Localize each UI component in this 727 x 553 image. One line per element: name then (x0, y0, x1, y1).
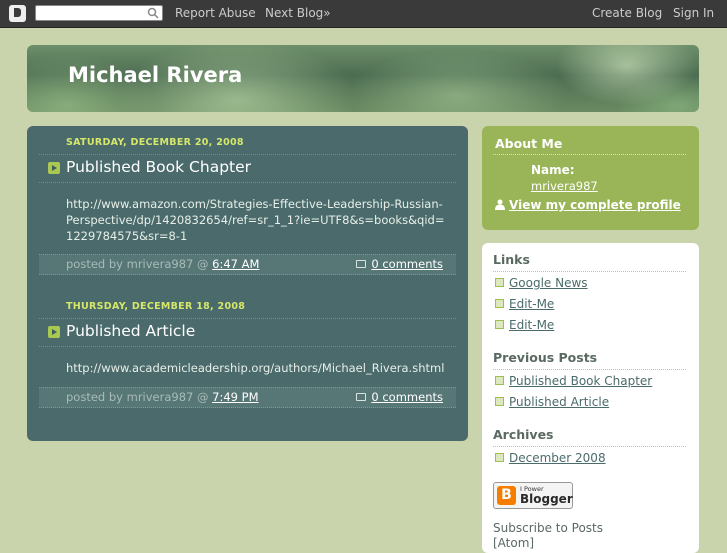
sidebar-link[interactable]: Edit-Me (509, 297, 554, 311)
post-time-link[interactable]: 7:49 PM (212, 390, 258, 404)
post-footer: posted by mrivera987 @ 6:47 AM 0 comment… (39, 254, 456, 275)
post-footer: posted by mrivera987 @ 7:49 PM 0 comment… (39, 387, 456, 408)
badge-bottom-text: Blogger (520, 492, 573, 506)
about-me-title: About Me (495, 136, 563, 151)
archives-heading: Archives (493, 427, 554, 442)
comment-icon (356, 392, 367, 401)
post-comments: 0 comments (356, 390, 443, 404)
archive-item: December 2008 (495, 451, 606, 465)
post-body: http://www.amazon.com/Strategies-Effecti… (66, 197, 445, 243)
divider (493, 369, 686, 370)
divider (493, 154, 686, 155)
powered-by-blogger-badge[interactable]: B I Power Blogger (493, 482, 573, 509)
post-byline: posted by mrivera987 @ 7:49 PM (66, 390, 259, 404)
archive-link[interactable]: December 2008 (509, 451, 606, 465)
report-abuse-link[interactable]: Report Abuse (175, 6, 256, 20)
arrow-right-icon (48, 162, 60, 174)
previous-posts-heading: Previous Posts (493, 350, 598, 365)
comment-icon (356, 259, 367, 268)
person-icon (495, 199, 505, 210)
post-comments: 0 comments (356, 257, 443, 271)
view-profile-link[interactable]: View my complete profile (509, 198, 681, 212)
blog-title[interactable]: Michael Rivera (68, 63, 242, 87)
sidebar-link[interactable]: Edit-Me (509, 318, 554, 332)
post-title-bar: Published Article (39, 318, 456, 347)
divider (493, 446, 686, 447)
bullet-icon (495, 278, 504, 287)
subscribe-text[interactable]: Subscribe to Posts [Atom] (493, 521, 613, 551)
bullet-icon (495, 299, 504, 308)
sidebar-link-item: Edit-Me (495, 318, 554, 332)
comments-link[interactable]: 0 comments (371, 257, 443, 271)
previous-post-link[interactable]: Published Article (509, 395, 609, 409)
bullet-icon (495, 397, 504, 406)
post-body: http://www.academicleadership.org/author… (66, 361, 445, 375)
about-me-panel: About Me Name: mrivera987 View my comple… (482, 126, 699, 230)
main-content: SATURDAY, DECEMBER 20, 2008 Published Bo… (27, 126, 468, 441)
post-date: SATURDAY, DECEMBER 20, 2008 (66, 137, 244, 148)
previous-post-link[interactable]: Published Book Chapter (509, 374, 652, 388)
post-title[interactable]: Published Article (66, 322, 195, 340)
divider (493, 271, 686, 272)
blogger-navbar: Report Abuse Next Blog» Create Blog Sign… (0, 0, 727, 28)
sidebar-panel: Links Google News Edit-Me Edit-Me Previo… (482, 243, 699, 553)
blogger-b-icon: B (497, 486, 516, 505)
post-title[interactable]: Published Book Chapter (66, 158, 251, 176)
sidebar-link[interactable]: Google News (509, 276, 588, 290)
bullet-icon (495, 376, 504, 385)
blog-header: Michael Rivera (27, 45, 699, 112)
post-time-link[interactable]: 6:47 AM (212, 257, 259, 271)
sidebar-link-item: Edit-Me (495, 297, 554, 311)
post-date: THURSDAY, DECEMBER 18, 2008 (66, 301, 246, 312)
arrow-right-icon (48, 326, 60, 338)
links-heading: Links (493, 252, 530, 267)
bullet-icon (495, 320, 504, 329)
previous-post-item: Published Book Chapter (495, 374, 652, 388)
sign-in-link[interactable]: Sign In (673, 6, 714, 20)
create-blog-link[interactable]: Create Blog (592, 6, 662, 20)
blogger-logo-icon[interactable] (9, 5, 26, 22)
search-icon[interactable] (147, 7, 159, 19)
profile-name-link[interactable]: mrivera987 (531, 179, 598, 193)
search-input[interactable] (35, 5, 163, 21)
bullet-icon (495, 453, 504, 462)
previous-post-item: Published Article (495, 395, 609, 409)
next-blog-link[interactable]: Next Blog» (265, 6, 331, 20)
name-label: Name: (531, 163, 575, 177)
posted-by-text: posted by mrivera987 @ (66, 390, 209, 404)
posted-by-text: posted by mrivera987 @ (66, 257, 209, 271)
post-byline: posted by mrivera987 @ 6:47 AM (66, 257, 259, 271)
comments-link[interactable]: 0 comments (371, 390, 443, 404)
sidebar-link-item: Google News (495, 276, 588, 290)
post-title-bar: Published Book Chapter (39, 154, 456, 183)
